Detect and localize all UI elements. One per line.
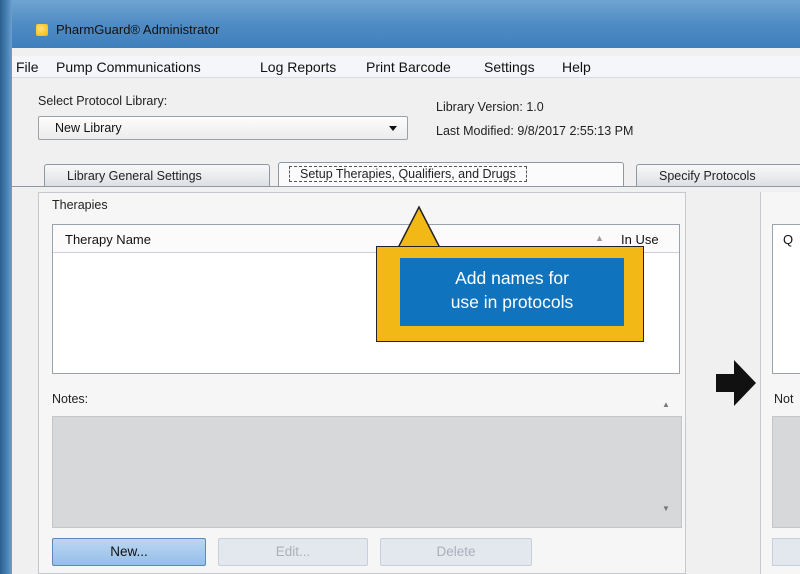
scroll-down-icon[interactable]: ▼ <box>662 504 670 513</box>
new-button[interactable]: New... <box>52 538 206 566</box>
dropdown-arrow-icon[interactable] <box>389 126 397 131</box>
scroll-up-icon[interactable]: ▲ <box>662 400 670 409</box>
callout-text: Add names for use in protocols <box>400 258 624 326</box>
notes-field[interactable] <box>52 416 682 528</box>
right-arrow-icon <box>716 360 756 406</box>
callout-line-2: use in protocols <box>450 292 574 312</box>
callout-pointer <box>396 205 442 249</box>
library-version: Library Version: 1.0 <box>436 100 544 114</box>
menu-log-reports[interactable]: Log Reports <box>260 59 336 75</box>
last-modified-label: Last Modified: <box>436 124 514 138</box>
last-modified-value: 9/8/2017 2:55:13 PM <box>517 124 634 138</box>
menu-settings[interactable]: Settings <box>484 59 535 75</box>
sort-arrow-icon: ▲ <box>595 233 604 243</box>
last-modified: Last Modified: 9/8/2017 2:55:13 PM <box>436 124 633 138</box>
library-version-value: 1.0 <box>526 100 544 114</box>
callout-line-1: Add names for <box>455 268 569 288</box>
qualifiers-button-partial[interactable] <box>772 538 800 566</box>
column-in-use[interactable]: In Use <box>621 232 659 247</box>
app-icon <box>36 24 48 36</box>
tab-setup-therapies[interactable]: Setup Therapies, Qualifiers, and Drugs <box>278 162 624 187</box>
tab-divider <box>12 186 800 187</box>
edit-button[interactable]: Edit... <box>218 538 368 566</box>
menu-bar: File Pump Communications Log Reports Pri… <box>12 56 800 78</box>
protocol-library-select[interactable]: New Library <box>38 116 408 140</box>
menu-help[interactable]: Help <box>562 59 591 75</box>
qualifiers-notes-partial <box>772 416 800 528</box>
column-therapy-name[interactable]: Therapy Name <box>65 232 151 247</box>
qualifiers-notes-label-partial: Not <box>774 392 794 406</box>
tab-library-general-settings[interactable]: Library General Settings <box>44 164 270 187</box>
menu-file[interactable]: File <box>16 59 39 75</box>
tab-setup-therapies-label: Setup Therapies, Qualifiers, and Drugs <box>289 166 527 182</box>
protocol-library-value: New Library <box>55 121 122 135</box>
delete-button[interactable]: Delete <box>380 538 532 566</box>
notes-label: Notes: <box>52 392 89 406</box>
menu-print-barcode[interactable]: Print Barcode <box>366 59 451 75</box>
tab-specify-protocols[interactable]: Specify Protocols <box>636 164 800 187</box>
library-version-label: Library Version: <box>436 100 523 114</box>
therapies-group-label: Therapies <box>52 198 108 212</box>
menu-pump-communications[interactable]: Pump Communications <box>56 59 201 75</box>
qualifiers-list-partial[interactable]: Q <box>772 224 800 374</box>
select-library-label: Select Protocol Library: <box>38 94 168 108</box>
qualifiers-column-partial: Q <box>783 232 794 247</box>
title-bar[interactable]: PharmGuard® Administrator <box>12 0 800 48</box>
window-frame-left <box>0 0 12 574</box>
window-title: PharmGuard® Administrator <box>56 22 220 37</box>
